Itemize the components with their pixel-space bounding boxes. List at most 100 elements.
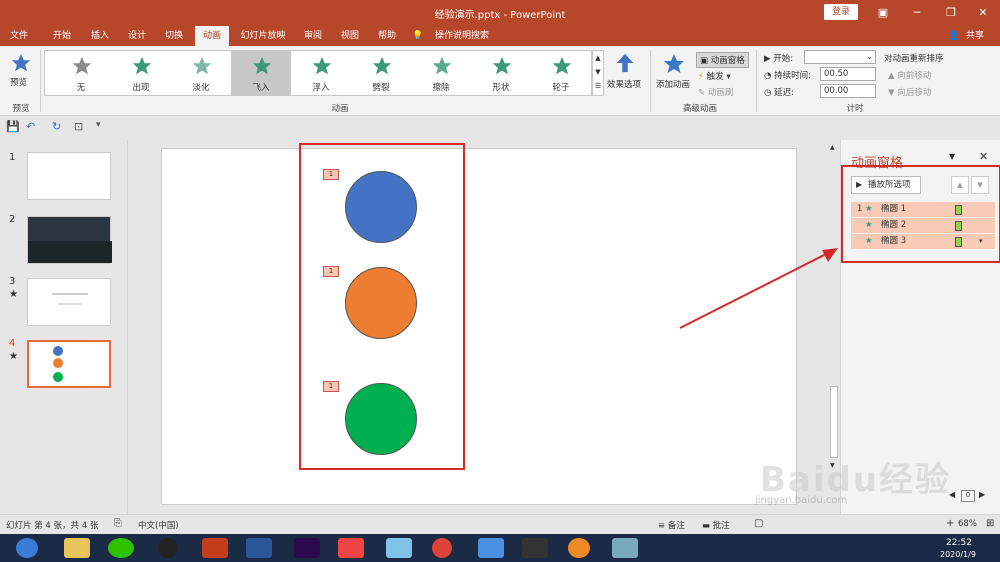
tab-help[interactable]: 帮助 (371, 26, 403, 46)
expand-icon[interactable]: ☰ (593, 79, 603, 93)
premiere-icon[interactable] (294, 538, 320, 558)
customize-icon[interactable]: ▾ (96, 120, 101, 130)
taskbar: 22:52 2020/1/9 (0, 534, 1000, 562)
play-icon: ▶ (764, 54, 771, 64)
chevron-down-icon[interactable]: ▼ (593, 65, 603, 79)
notes-button[interactable]: ≡ 备注 (658, 519, 685, 531)
clock-icon: ◔ (764, 71, 772, 81)
tell-me-search[interactable]: 操作说明搜索 (432, 26, 492, 46)
fit-slide-icon[interactable]: ⊞ (986, 518, 994, 529)
spellcheck-icon[interactable]: ⎘ (114, 518, 122, 529)
zoom-level[interactable]: 68% (958, 519, 977, 529)
tab-file[interactable]: 文件 (4, 26, 34, 46)
slide-thumb-2[interactable] (27, 216, 112, 264)
share-button[interactable]: 共享 (962, 26, 988, 46)
watermark-url: jingyan.baidu.com (755, 495, 848, 506)
move-later-button[interactable]: ▼ 向后移动 (888, 86, 931, 98)
pane-options-icon[interactable]: ▼ (949, 152, 955, 161)
login-button[interactable]: 登录 (824, 4, 858, 20)
qq-icon[interactable] (158, 538, 178, 558)
slide-thumb-1[interactable] (27, 152, 111, 200)
ribbon: 预览 预览 无 出现 淡化 飞入 浮入 劈裂 擦除 形状 轮子 ▲ ▼ ☰ 效果… (0, 46, 1000, 116)
effect-fly-in[interactable]: 飞入 (231, 51, 291, 95)
separator (756, 50, 757, 112)
watermark-logo: Baidu经验 (760, 460, 952, 500)
animation-star: ★ (9, 351, 18, 362)
delay-input[interactable]: 00.00 (820, 84, 876, 98)
present-icon[interactable]: ⊡ (74, 120, 83, 133)
app-icon[interactable] (338, 538, 364, 558)
reorder-label: 对动画重新排序 (884, 54, 944, 64)
float-in-star-icon (312, 56, 332, 75)
language-indicator[interactable]: 中文(中国) (138, 519, 179, 531)
close-icon[interactable]: ✕ (966, 0, 1000, 26)
undo-icon[interactable]: ↶ (26, 120, 35, 133)
tab-review[interactable]: 审阅 (297, 26, 329, 46)
chrome-icon[interactable] (432, 538, 452, 558)
preview-button[interactable]: 预览 (10, 76, 27, 88)
tab-transitions[interactable]: 切换 (158, 26, 190, 46)
title-bar: 经验演示.pptx - PowerPoint 登录 ▣ ─ ❐ ✕ (0, 0, 1000, 26)
video-icon[interactable] (522, 538, 548, 558)
tab-animations[interactable]: 动画 (195, 26, 229, 46)
effect-wheel[interactable]: 轮子 (531, 51, 591, 95)
chevron-up-icon[interactable]: ▲ (830, 144, 835, 151)
tab-slideshow[interactable]: 幻灯片放映 (235, 26, 291, 46)
effect-appear[interactable]: 出现 (111, 51, 171, 95)
delay-label: ◷ 延迟: (764, 88, 794, 98)
gallery-scroll[interactable]: ▲ ▼ ☰ (592, 50, 604, 96)
animation-pane-button[interactable]: ▣ 动画窗格 (696, 52, 749, 68)
file-explorer-icon[interactable] (64, 538, 90, 558)
pane-close-icon[interactable]: ✕ (979, 150, 988, 163)
advanced-group-label: 高级动画 (682, 104, 717, 114)
zoom-in-icon[interactable]: + (946, 518, 954, 529)
scroll-thumb[interactable] (830, 386, 838, 458)
trigger-button[interactable]: ⚡ 触发 ▾ (698, 70, 731, 82)
word-icon[interactable] (246, 538, 272, 558)
comments-button[interactable]: ▬ 批注 (702, 519, 730, 531)
effect-fade[interactable]: 淡化 (171, 51, 231, 95)
thumb-line (58, 303, 82, 305)
tab-design[interactable]: 设计 (121, 26, 153, 46)
tab-home[interactable]: 开始 (46, 26, 78, 46)
animation-star: ★ (9, 289, 18, 300)
brush-icon: ✎ (698, 88, 706, 98)
slide-thumb-3[interactable] (27, 278, 111, 326)
app-icon-2[interactable] (386, 538, 412, 558)
shape-star-icon (492, 56, 512, 75)
ribbon-display-icon[interactable]: ▣ (866, 0, 900, 26)
effect-wipe[interactable]: 擦除 (411, 51, 471, 95)
effect-options-button[interactable]: 效果选项 (607, 78, 641, 90)
app-icon-4[interactable] (568, 538, 590, 558)
wechat-icon[interactable] (108, 538, 134, 558)
chevron-up-icon[interactable]: ▲ (593, 51, 603, 65)
add-animation-button[interactable]: 添加动画 (656, 78, 690, 90)
timing-group-label: 计时 (846, 104, 864, 114)
effect-float-in[interactable]: 浮入 (291, 51, 351, 95)
effect-split[interactable]: 劈裂 (351, 51, 411, 95)
add-animation-star-icon (664, 54, 684, 73)
effect-shape[interactable]: 形状 (471, 51, 531, 95)
move-earlier-button[interactable]: ▲ 向前移动 (888, 69, 931, 81)
effect-none[interactable]: 无 (51, 51, 111, 95)
app-icon-3[interactable] (478, 538, 504, 558)
duration-input[interactable]: 00.50 (820, 67, 876, 81)
tab-view[interactable]: 视图 (334, 26, 366, 46)
minimize-icon[interactable]: ─ (900, 0, 934, 26)
slide-thumb-4[interactable] (27, 340, 111, 388)
seconds-box[interactable]: 0 (961, 490, 975, 502)
normal-view-icon[interactable]: ▢ (754, 518, 763, 529)
save-icon[interactable]: 💾 (6, 120, 20, 133)
split-star-icon (372, 56, 392, 75)
redo-icon[interactable]: ↻ (52, 120, 61, 133)
restore-icon[interactable]: ❐ (934, 0, 968, 26)
tab-insert[interactable]: 插入 (84, 26, 116, 46)
start-dropdown[interactable]: ⌄ (804, 50, 876, 64)
browser-icon[interactable] (16, 538, 38, 558)
animation-painter-button[interactable]: ✎ 动画刷 (698, 86, 733, 98)
thumb-circle-orange (53, 358, 63, 368)
powerpoint-icon[interactable] (202, 538, 228, 558)
app-icon-5[interactable] (612, 538, 638, 558)
arrow-up-icon (616, 53, 634, 73)
comment-icon: ▬ (702, 521, 711, 531)
